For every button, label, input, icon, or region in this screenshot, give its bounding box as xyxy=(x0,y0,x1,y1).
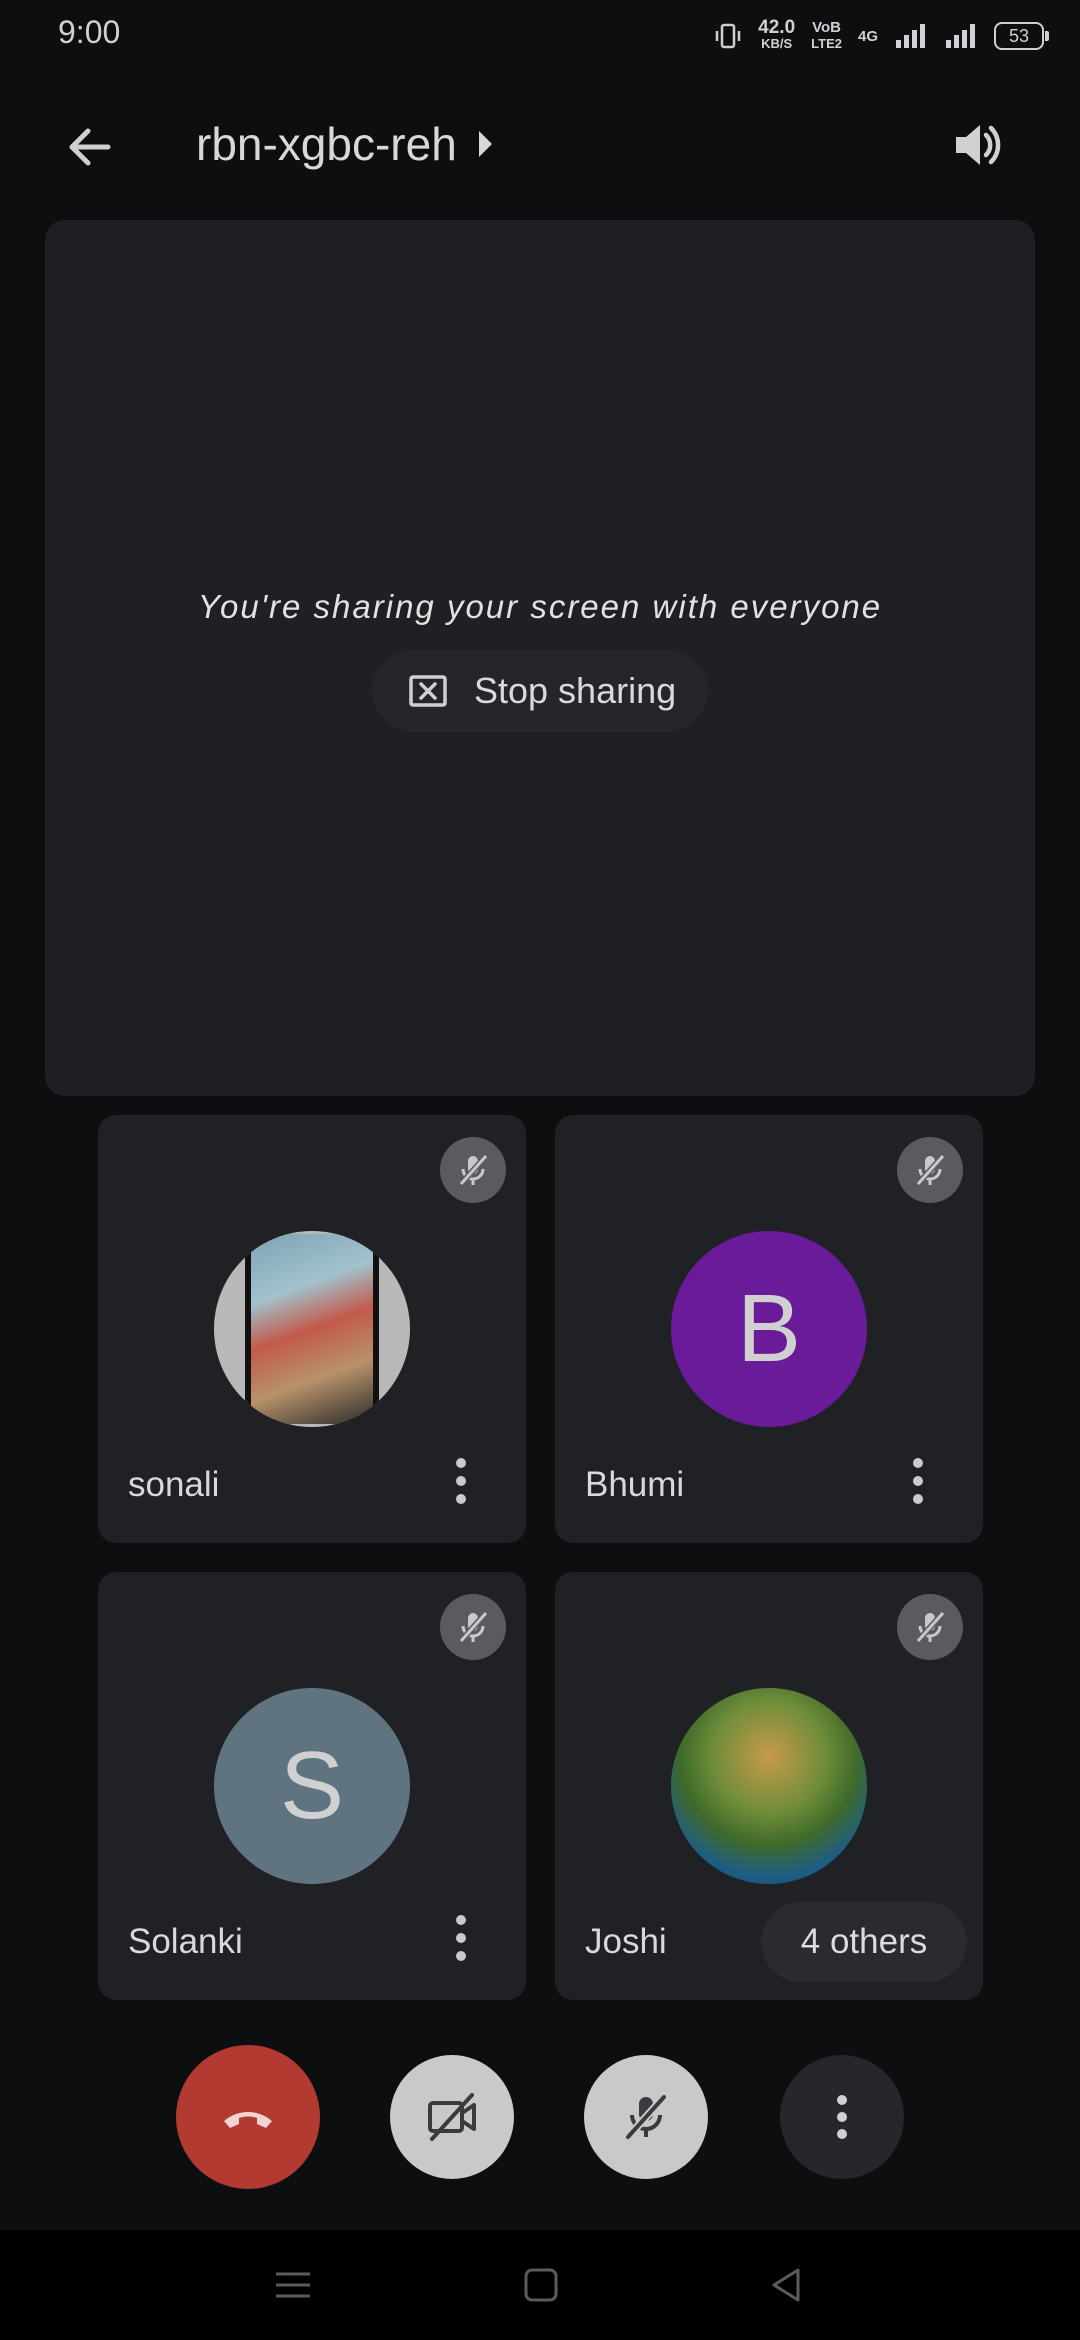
participant-name: Bhumi xyxy=(585,1465,685,1504)
stop-sharing-label: Stop sharing xyxy=(474,670,677,711)
status-bar: 9:00 42.0 KB/S VoB LTE2 4G 53 xyxy=(0,0,1080,70)
app-bar: rbn-xgbc-reh xyxy=(0,95,1080,195)
arrow-left-icon xyxy=(69,128,111,166)
meeting-code: rbn-xgbc-reh xyxy=(196,118,457,170)
signal-icon xyxy=(896,24,925,48)
status-indicators: 42.0 KB/S VoB LTE2 4G 53 xyxy=(714,16,1049,56)
battery-icon: 53 xyxy=(994,22,1049,50)
home-square-icon xyxy=(524,2268,558,2302)
avatar-photo xyxy=(214,1231,410,1427)
camera-toggle-button[interactable] xyxy=(390,2055,514,2179)
more-vertical-icon xyxy=(913,1458,923,1468)
mic-off-icon xyxy=(458,1154,489,1186)
stop-screen-share-icon xyxy=(409,675,447,707)
muted-badge xyxy=(440,1594,506,1660)
back-triangle-icon xyxy=(772,2268,800,2302)
mic-off-icon xyxy=(915,1154,946,1186)
muted-badge xyxy=(440,1137,506,1203)
muted-badge xyxy=(897,1594,963,1660)
more-options-button[interactable] xyxy=(446,1451,476,1511)
vibrate-icon xyxy=(715,23,741,49)
camera-off-icon xyxy=(428,2093,476,2141)
network-type: 4G xyxy=(857,27,878,45)
stop-sharing-button[interactable]: Stop sharing xyxy=(372,650,708,732)
mic-off-icon xyxy=(625,2094,667,2140)
mic-toggle-button[interactable] xyxy=(584,2055,708,2179)
nav-menu-button[interactable] xyxy=(270,2262,316,2308)
participant-tile-sonali[interactable]: sonali xyxy=(98,1115,526,1543)
participant-name: Joshi xyxy=(585,1922,667,1961)
participant-tile-bhumi[interactable]: B Bhumi xyxy=(555,1115,983,1543)
sharing-message: You're sharing your screen with everyone xyxy=(197,588,883,625)
end-call-button[interactable] xyxy=(176,2045,320,2189)
participant-tile-joshi[interactable]: Joshi 4 others xyxy=(555,1572,983,2000)
signal-icon-2 xyxy=(946,24,975,48)
more-options-button[interactable] xyxy=(903,1451,933,1511)
avatar-initial: S xyxy=(214,1688,410,1884)
screen-share-panel: You're sharing your screen with everyone… xyxy=(45,220,1035,1096)
participant-name: Solanki xyxy=(128,1922,243,1961)
others-chip[interactable]: 4 others xyxy=(761,1902,967,1982)
menu-icon xyxy=(276,2272,310,2298)
volte-indicator: VoB LTE2 xyxy=(811,19,842,52)
mic-off-icon xyxy=(458,1611,489,1643)
participant-name: sonali xyxy=(128,1465,220,1504)
mic-off-icon xyxy=(915,1611,946,1643)
net-speed: 42.0 KB/S xyxy=(758,17,796,51)
call-controls xyxy=(0,2040,1080,2190)
more-vertical-icon xyxy=(456,1915,466,1925)
caret-right-icon xyxy=(478,131,492,157)
phone-hangup-icon xyxy=(224,2112,272,2128)
speaker-button[interactable] xyxy=(948,115,1008,175)
status-time: 9:00 xyxy=(58,14,121,50)
nav-back-button[interactable] xyxy=(764,2262,810,2308)
participant-tile-solanki[interactable]: S Solanki xyxy=(98,1572,526,2000)
more-options-button[interactable] xyxy=(446,1908,476,1968)
more-vertical-icon xyxy=(837,2095,847,2139)
avatar-photo xyxy=(671,1688,867,1884)
avatar-initial: B xyxy=(671,1231,867,1427)
more-vertical-icon xyxy=(456,1458,466,1468)
system-nav-bar xyxy=(0,2230,1080,2340)
back-button[interactable] xyxy=(60,117,120,177)
speaker-volume-icon xyxy=(956,125,1001,165)
muted-badge xyxy=(897,1137,963,1203)
more-options-control[interactable] xyxy=(780,2055,904,2179)
nav-home-button[interactable] xyxy=(518,2262,564,2308)
avatar-photo-image xyxy=(245,1234,379,1424)
meeting-title-button[interactable]: rbn-xgbc-reh xyxy=(196,117,492,171)
